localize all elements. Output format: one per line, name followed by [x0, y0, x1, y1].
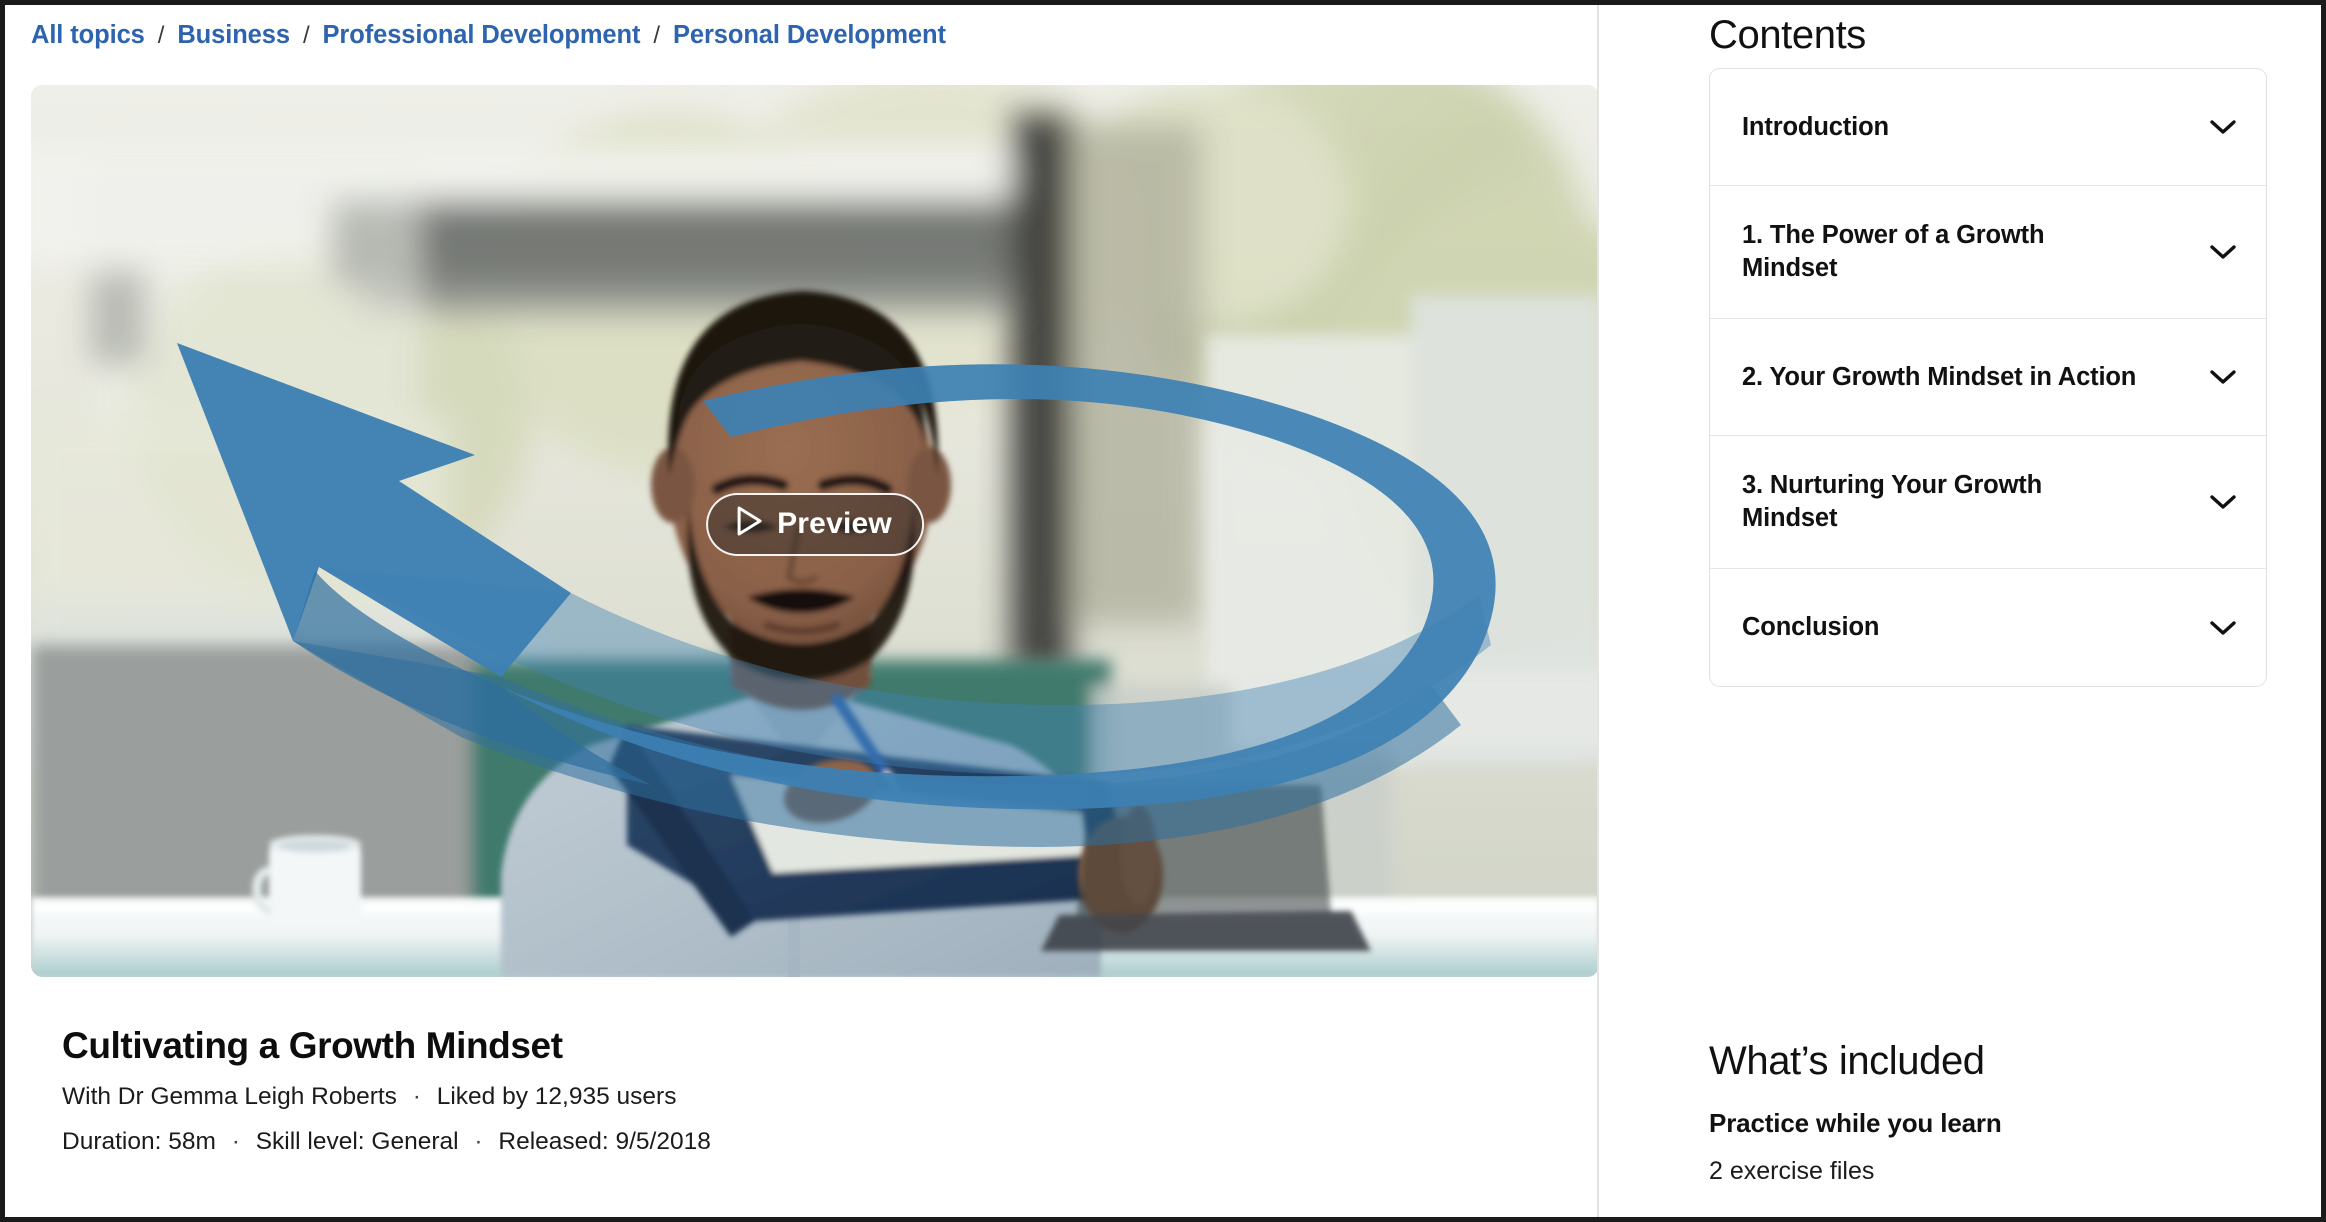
chevron-down-icon[interactable]	[2208, 237, 2238, 267]
meta-separator: ·	[412, 1082, 421, 1110]
meta-separator: ·	[474, 1127, 483, 1155]
toc-item-introduction[interactable]: Introduction	[1710, 69, 2266, 186]
whats-included-subheading: Practice while you learn	[1709, 1108, 2002, 1138]
toc-item-label: Introduction	[1742, 112, 1889, 141]
course-released: Released: 9/5/2018	[498, 1127, 711, 1155]
toc-item-2-your-growth-mindset-in-action[interactable]: 2. Your Growth Mindset in Action	[1710, 319, 2266, 436]
sidebar: Contents Introduction 1. The Power of a …	[1599, 5, 2321, 1217]
breadcrumb-item-business[interactable]: Business	[177, 21, 290, 50]
toc-item-label: Conclusion	[1742, 613, 1880, 642]
breadcrumb-item-professional-development[interactable]: Professional Development	[323, 21, 641, 50]
breadcrumb-item-all-topics[interactable]: All topics	[31, 21, 145, 50]
preview-button-label: Preview	[777, 506, 892, 540]
contents-heading: Contents	[1709, 13, 1866, 57]
page-title: Cultivating a Growth Mindset	[62, 1025, 563, 1066]
course-page: All topics / Business / Professional Dev…	[0, 0, 2326, 1222]
main-content-column: All topics / Business / Professional Dev…	[5, 5, 1599, 1217]
whats-included-detail: 2 exercise files	[1709, 1157, 1875, 1185]
chevron-down-icon[interactable]	[2208, 613, 2238, 643]
course-details: Duration: 58m · Skill level: General · R…	[62, 1128, 1512, 1156]
toc-item-conclusion[interactable]: Conclusion	[1710, 569, 2266, 686]
video-preview-thumbnail[interactable]: Preview	[31, 85, 1599, 977]
toc-item-3-nurturing-your-growth-mindset[interactable]: 3. Nurturing Your Growth Mindset	[1710, 436, 2266, 569]
course-byline: With Dr Gemma Leigh Roberts · Liked by 1…	[62, 1083, 1512, 1111]
chevron-down-icon[interactable]	[2208, 112, 2238, 142]
breadcrumb-separator: /	[653, 22, 660, 49]
course-author: With Dr Gemma Leigh Roberts	[62, 1082, 397, 1110]
breadcrumb-separator: /	[157, 22, 165, 49]
course-duration: Duration: 58m	[62, 1127, 216, 1155]
chevron-down-icon[interactable]	[2208, 487, 2238, 517]
toc-item-label: 2. Your Growth Mindset in Action	[1742, 362, 2137, 391]
toc-item-1-power-of-a-growth-mindset[interactable]: 1. The Power of a Growth Mindset	[1710, 186, 2266, 319]
contents-accordion: Introduction 1. The Power of a Growth Mi…	[1709, 68, 2267, 687]
chevron-down-icon[interactable]	[2208, 362, 2238, 392]
toc-item-label: 3. Nurturing Your Growth Mindset	[1742, 471, 2043, 532]
course-meta: Cultivating a Growth Mindset With Dr Gem…	[62, 1025, 1512, 1156]
breadcrumb-item-personal-development[interactable]: Personal Development	[673, 21, 946, 50]
course-likes: Liked by 12,935 users	[436, 1082, 677, 1110]
toc-item-label: 1. The Power of a Growth Mindset	[1742, 221, 2045, 282]
whats-included-heading: What’s included	[1709, 1039, 1985, 1083]
preview-button[interactable]: Preview	[706, 493, 924, 556]
play-triangle-icon	[734, 505, 764, 542]
breadcrumb: All topics / Business / Professional Dev…	[31, 21, 946, 50]
course-skill-level: Skill level: General	[255, 1127, 459, 1155]
breadcrumb-separator: /	[302, 22, 310, 49]
meta-separator: ·	[231, 1127, 240, 1155]
